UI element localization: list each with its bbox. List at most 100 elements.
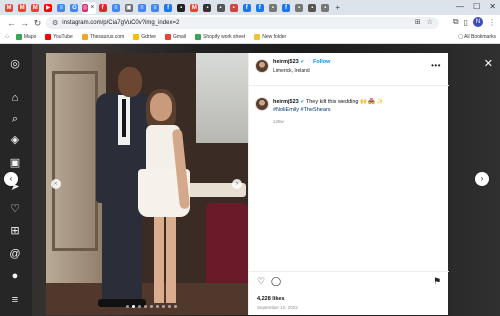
browser-tab[interactable]: M	[16, 2, 28, 14]
bookmark-item[interactable]: New folder	[254, 34, 286, 40]
side-panel-icon[interactable]: ▯	[464, 18, 468, 27]
window-controls: — ☐ ✕	[456, 2, 496, 11]
bookmark-item[interactable]: Gmail	[164, 34, 186, 40]
bookmark-label: New folder	[262, 34, 287, 40]
post-location[interactable]: Limerick, Ireland	[273, 68, 310, 74]
address-bar[interactable]: ⚙ instagram.com/p/Cia7gVuC0v?img_index=2…	[46, 17, 439, 29]
browser-tab[interactable]: ▶	[42, 2, 54, 14]
reload-icon[interactable]: ↻	[31, 15, 44, 31]
facebook-icon: f	[242, 3, 251, 12]
profile-avatar[interactable]: N	[473, 17, 483, 27]
new-tab-icon[interactable]: +	[335, 3, 340, 12]
carousel-next-icon[interactable]: ›	[232, 179, 242, 189]
instagram-logo-icon[interactable]: ◎	[8, 57, 22, 71]
follow-button[interactable]: Follow	[313, 59, 330, 65]
caption-username[interactable]: heirmj523	[273, 99, 299, 105]
likes-count[interactable]: 4,228 likes	[257, 296, 285, 302]
threads-icon[interactable]: @	[8, 247, 22, 261]
all-bookmarks-button[interactable]: ▢ All Bookmarks	[458, 31, 496, 44]
photo-woman-legs	[154, 213, 176, 303]
bookmark-item[interactable]: YouTube	[45, 34, 73, 40]
profile-icon[interactable]: ●	[8, 269, 22, 283]
browser-tab[interactable]: ≡	[55, 2, 67, 14]
carousel-dots	[126, 305, 177, 308]
photo-window	[196, 53, 248, 143]
browser-tab[interactable]: M	[188, 2, 200, 14]
bookmark-item[interactable]: Shopify work sheet	[195, 34, 245, 40]
browser-tab[interactable]: ▪	[293, 2, 305, 14]
more-menu-icon[interactable]: ≡	[8, 293, 22, 307]
install-app-icon[interactable]: ⊞	[415, 17, 421, 29]
previous-post-icon[interactable]: ‹	[4, 172, 18, 186]
carousel-dot	[174, 305, 177, 308]
next-post-icon[interactable]: ›	[475, 172, 489, 186]
browser-tab[interactable]: f	[162, 2, 174, 14]
site-info-icon[interactable]: ⚙	[52, 19, 58, 27]
all-bookmarks-label: All Bookmarks	[464, 34, 496, 40]
browser-tab[interactable]: ▣	[123, 2, 135, 14]
author-avatar[interactable]	[255, 59, 269, 73]
browser-tab[interactable]: M	[3, 2, 15, 14]
apps-icon[interactable]: ⁘	[4, 33, 10, 41]
post-date: September 12, 2022	[257, 305, 298, 310]
browser-tab[interactable]: G	[68, 2, 80, 14]
bookmark-star-icon[interactable]: ☆	[427, 17, 433, 29]
gmail-icon: M	[31, 3, 40, 12]
maximize-icon[interactable]: ☐	[473, 2, 480, 11]
post-photo[interactable]: ‹ ›	[46, 53, 248, 315]
browser-tab[interactable]: f	[254, 2, 266, 14]
tab-icon: ▪	[321, 3, 330, 12]
google-icon: G	[70, 3, 79, 12]
photo-door-frame	[52, 71, 98, 251]
home-icon[interactable]: ⌂	[8, 91, 22, 105]
reels-icon[interactable]: ▣	[8, 156, 22, 170]
carousel-dot	[144, 305, 147, 308]
comment-icon[interactable]: ◯	[271, 276, 281, 287]
author-username[interactable]: heirmj523 ✔	[273, 59, 304, 65]
bookmark-item[interactable]: Thesaurus.com	[81, 34, 124, 40]
browser-tab[interactable]: ▪	[319, 2, 331, 14]
photo-floor	[46, 283, 248, 315]
browser-tab[interactable]: ▪	[306, 2, 318, 14]
caption-avatar[interactable]	[255, 97, 269, 111]
caption-hashtags[interactable]: #NoliEmily #TheShears	[273, 107, 330, 113]
bookmark-item[interactable]: Maps	[15, 34, 36, 40]
carousel-dot	[138, 305, 141, 308]
notifications-icon[interactable]: ♡	[8, 202, 22, 216]
like-icon[interactable]: ♡	[257, 276, 265, 287]
tab-close-icon[interactable]: ×	[89, 4, 96, 11]
post-modal: ‹ › heirmj523 ✔ Follow Limerick, Ireland	[46, 53, 449, 315]
docs-icon: ≡	[57, 3, 66, 12]
browser-tab[interactable]: ▪	[228, 2, 240, 14]
back-icon[interactable]: ←	[5, 15, 18, 31]
browser-tab[interactable]: ▪	[175, 2, 187, 14]
carousel-prev-icon[interactable]: ‹	[51, 179, 61, 189]
caption-verified-icon: ✔	[300, 99, 305, 105]
facebook-icon: f	[255, 3, 264, 12]
forward-icon[interactable]: →	[18, 15, 31, 31]
explore-icon[interactable]: ◈	[8, 133, 22, 147]
minimize-icon[interactable]: —	[456, 2, 464, 11]
close-window-icon[interactable]: ✕	[489, 2, 496, 11]
menu-icon[interactable]: ⋮	[488, 18, 496, 27]
extensions-icon[interactable]: ⧉	[453, 17, 459, 27]
bookmark-item[interactable]: Gdrive	[133, 34, 156, 40]
bookmark-icon	[164, 34, 171, 40]
browser-tab[interactable]: f	[241, 2, 253, 14]
search-icon[interactable]: ⌕	[8, 112, 22, 126]
more-options-icon[interactable]: •••	[431, 61, 441, 70]
browser-tab[interactable]: ▪	[267, 2, 279, 14]
browser-tab[interactable]: ▪	[201, 2, 213, 14]
close-modal-icon[interactable]: ✕	[484, 57, 493, 70]
create-icon[interactable]: ⊞	[8, 224, 22, 238]
save-bookmark-icon[interactable]: ⚑	[433, 276, 441, 287]
browser-tab[interactable]: ◎ ×	[81, 1, 96, 14]
browser-tab[interactable]: M	[29, 2, 41, 14]
carousel-dot	[126, 305, 129, 308]
browser-tab[interactable]: ▪	[215, 2, 227, 14]
browser-tab[interactable]: ≡	[110, 2, 122, 14]
browser-tab[interactable]: ≡	[149, 2, 161, 14]
browser-tab[interactable]: f	[97, 2, 109, 14]
browser-tab[interactable]: ≡	[136, 2, 148, 14]
browser-tab[interactable]: f	[280, 2, 292, 14]
